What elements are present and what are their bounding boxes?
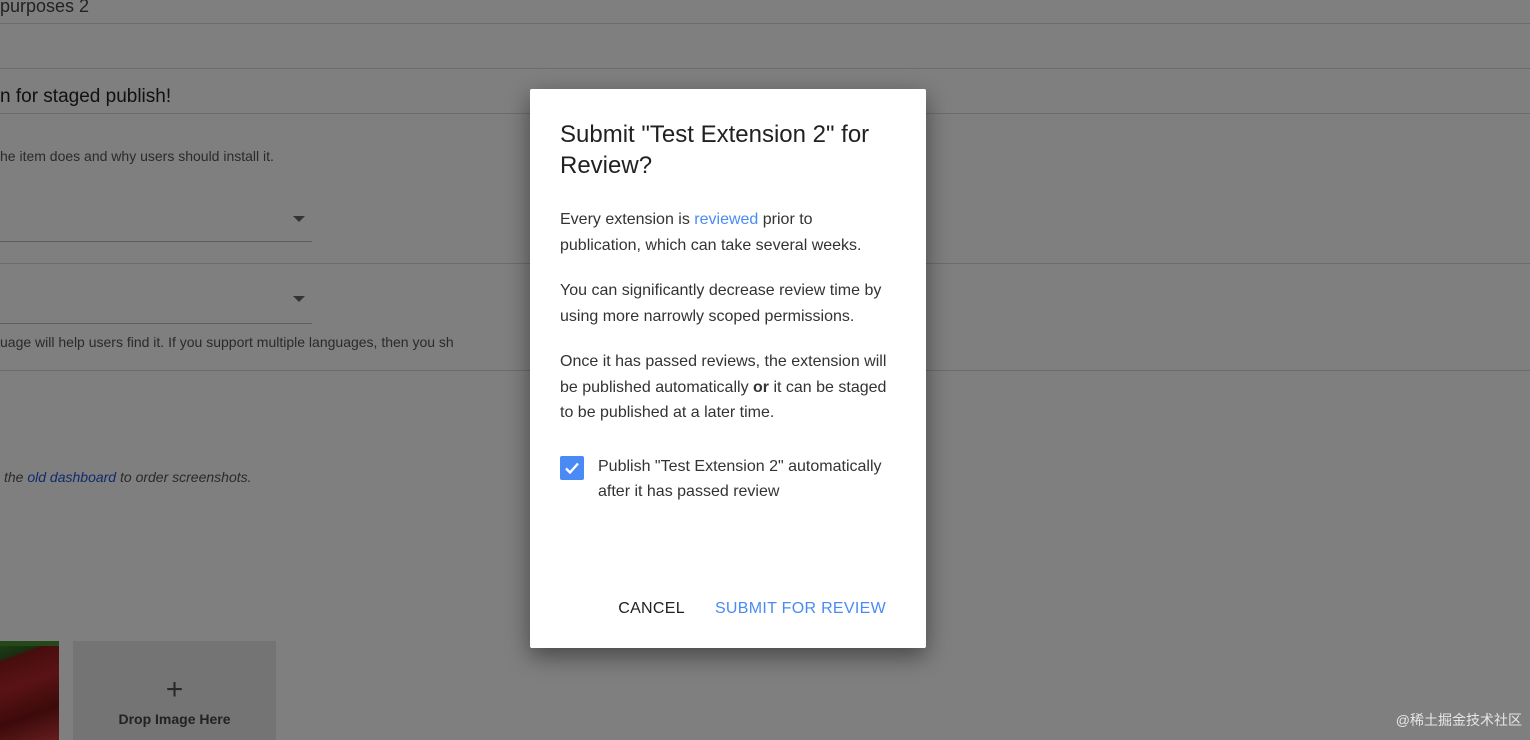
submit-review-dialog: Submit "Test Extension 2" for Review? Ev… (530, 89, 926, 648)
review-notice: Every extension is reviewed prior to pub… (560, 207, 896, 258)
watermark: @稀土掘金技术社区 (1395, 712, 1522, 728)
dialog-title: Submit "Test Extension 2" for Review? (560, 121, 870, 179)
reviewed-link[interactable]: reviewed (694, 211, 758, 228)
dialog-actions: CANCEL SUBMIT FOR REVIEW (618, 600, 886, 618)
publish-notice: Once it has passed reviews, the extensio… (560, 349, 896, 426)
cancel-button[interactable]: CANCEL (618, 600, 685, 618)
publish-notice-or: or (753, 378, 770, 396)
auto-publish-label: Publish "Test Extension 2" automatically… (598, 457, 882, 501)
auto-publish-option[interactable]: Publish "Test Extension 2" automatically… (560, 454, 896, 505)
submit-for-review-button[interactable]: SUBMIT FOR REVIEW (715, 600, 886, 618)
review-notice-before: Every extension is (560, 211, 695, 228)
auto-publish-checkbox[interactable] (560, 455, 584, 480)
permissions-notice: You can significantly decrease review ti… (560, 282, 882, 325)
checkmark-icon (565, 462, 579, 474)
